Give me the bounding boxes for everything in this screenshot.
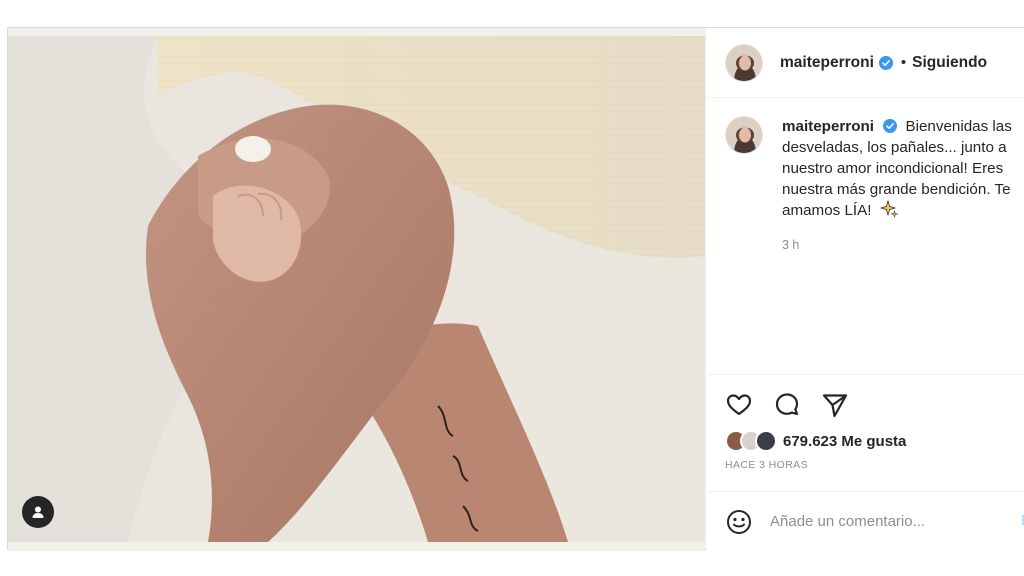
sparkles-icon [879,200,899,218]
header-username[interactable]: maiteperroni [780,54,874,72]
likes-summary[interactable]: 679.623 Me gusta [725,430,906,452]
header-separator: • [900,54,907,71]
liker-avatars [725,430,777,452]
verified-badge-icon [878,55,893,70]
follow-button[interactable]: Siguiendo [912,54,987,72]
caption-timestamp[interactable]: 3 h [782,235,1024,256]
smiley-icon[interactable] [725,508,753,536]
post-sidebar: maiteperroni • Siguiendo maiteperroni Bi… [707,28,1024,551]
post-date[interactable]: HACE 3 HORAS [725,459,808,471]
caption-username[interactable]: maiteperroni [782,118,874,135]
add-comment-bar: P [707,491,1024,551]
heart-icon[interactable] [725,391,753,419]
comment-input[interactable] [770,513,1000,530]
user-tag-icon [32,506,44,518]
avatar-image [726,117,762,153]
likes-count[interactable]: 679.623 Me gusta [783,433,906,450]
caption-body: maiteperroni Bienvenidas las desveladas,… [782,116,1024,256]
action-bar [725,391,849,419]
instagram-post: maiteperroni • Siguiendo maiteperroni Bi… [7,27,1024,551]
verified-badge-icon [883,119,898,133]
caption-avatar[interactable] [725,116,763,154]
post-header: maiteperroni • Siguiendo [707,28,1024,98]
caption: maiteperroni Bienvenidas las desveladas,… [725,116,1024,256]
paper-plane-icon[interactable] [821,391,849,419]
post-media[interactable] [8,28,706,551]
tagged-users-button[interactable] [22,496,54,528]
comment-bubble-icon[interactable] [773,391,801,419]
avatar-image [726,44,762,81]
post-actions-section: 679.623 Me gusta HACE 3 HORAS [707,374,1024,491]
post-photo [8,36,705,542]
avatar[interactable] [725,43,763,82]
liker-avatar [755,430,777,452]
